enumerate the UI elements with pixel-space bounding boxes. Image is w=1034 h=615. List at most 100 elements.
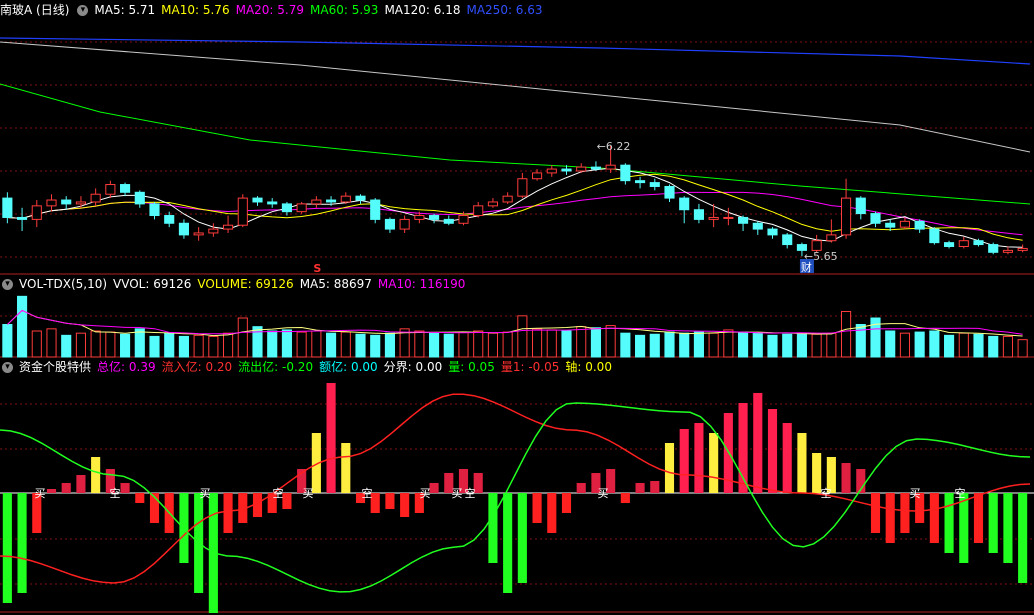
volume-bar bbox=[473, 330, 484, 358]
volume-bar bbox=[635, 334, 646, 358]
fund-bar bbox=[650, 481, 660, 493]
volume-bar bbox=[61, 334, 72, 358]
candle-body bbox=[929, 228, 940, 244]
candle-body bbox=[546, 168, 557, 174]
candle-body bbox=[443, 218, 454, 224]
ma60-line bbox=[0, 83, 1031, 205]
signal-label: 空 bbox=[465, 486, 476, 500]
fund-bar bbox=[797, 433, 807, 493]
signal-label: 买 bbox=[420, 487, 431, 500]
volume-bar bbox=[31, 330, 42, 358]
fund-bar bbox=[782, 423, 792, 493]
volume-bar bbox=[134, 328, 145, 358]
candle-body bbox=[693, 209, 704, 220]
main-panel-header: 南玻A (日线) ▾ MA5: 5.71 MA10: 5.76 MA20: 5.79 MA… bbox=[0, 1, 555, 19]
fund-bar bbox=[76, 475, 86, 493]
fund-bar bbox=[2, 493, 12, 603]
candle-body bbox=[826, 234, 837, 242]
fund-bar bbox=[282, 493, 292, 509]
fund-bar bbox=[91, 457, 101, 493]
volume-bar bbox=[767, 334, 778, 358]
fund-bar bbox=[679, 429, 689, 493]
volume-bar bbox=[944, 334, 955, 358]
candle-body bbox=[679, 197, 690, 211]
volume-bar bbox=[281, 329, 292, 358]
candle-body bbox=[870, 213, 881, 224]
candle-body bbox=[635, 180, 646, 184]
candle-body bbox=[178, 222, 189, 236]
fund-bar bbox=[635, 483, 645, 493]
candle-body bbox=[473, 205, 484, 217]
volume-bar bbox=[752, 332, 763, 358]
candle-body bbox=[487, 201, 498, 207]
fund-indicator-4: 分界: 0.00 bbox=[383, 360, 443, 374]
candle-body bbox=[517, 178, 528, 197]
main-panel-title: 南玻A (日线) bbox=[0, 3, 70, 17]
candle-body bbox=[1017, 247, 1028, 251]
cai-marker: 财 bbox=[801, 260, 812, 274]
volume-bar bbox=[487, 332, 498, 358]
volume-bar bbox=[546, 329, 557, 358]
dropdown-icon[interactable]: ▾ bbox=[2, 362, 13, 373]
high-price-label: ←6.22 bbox=[597, 140, 631, 153]
volume-bar bbox=[532, 328, 543, 358]
volume-bar bbox=[90, 330, 101, 358]
fund-bar bbox=[959, 493, 969, 563]
candle-body bbox=[120, 184, 131, 193]
candle-body bbox=[767, 228, 778, 236]
fund-bar bbox=[929, 493, 939, 543]
inflow-line bbox=[0, 393, 1031, 584]
volume-bar bbox=[914, 331, 925, 358]
main-indicator-0: MA5: 5.71 bbox=[94, 3, 156, 17]
fund-bar bbox=[973, 493, 984, 543]
fund-bar bbox=[46, 489, 57, 493]
volume-bar bbox=[605, 325, 616, 358]
candle-body bbox=[296, 203, 307, 213]
fund-bar bbox=[561, 493, 572, 513]
fund-bar bbox=[341, 443, 351, 493]
main-indicator-list: MA5: 5.71 MA10: 5.76 MA20: 5.79 MA60: 5.93 M… bbox=[94, 3, 548, 17]
fund-indicator-1: 流入亿: 0.20 bbox=[161, 360, 233, 374]
volume-bar bbox=[149, 335, 160, 358]
fund-bar bbox=[753, 393, 763, 493]
ma120-line bbox=[0, 41, 1031, 153]
volume-bar bbox=[664, 331, 675, 358]
fund-bar bbox=[576, 483, 586, 493]
fund-panel-header: ▾ 资金个股特供 总亿: 0.39 流入亿: 0.20 流出亿: -0.20 额亿: 0.… bbox=[0, 358, 624, 376]
fund-indicator-list: 总亿: 0.39 流入亿: 0.20 流出亿: -0.20 额亿: 0.00 分界: 0… bbox=[97, 360, 618, 374]
volume-bar bbox=[384, 332, 395, 358]
fund-bar bbox=[488, 493, 498, 563]
candle-body bbox=[2, 197, 13, 218]
candle-body bbox=[561, 168, 572, 172]
candle-body bbox=[1002, 249, 1013, 253]
vol-panel-header: ▾ VOL-TDX(5,10) VVOL: 69126 VOLUME: 69126 MA… bbox=[0, 275, 477, 293]
dropdown-icon[interactable]: ▾ bbox=[77, 5, 89, 16]
dropdown-icon[interactable]: ▾ bbox=[2, 279, 13, 290]
fund-indicator-6: 量1: -0.05 bbox=[500, 360, 560, 374]
candle-body bbox=[61, 199, 72, 205]
fund-bar bbox=[17, 493, 27, 593]
candle-body bbox=[738, 216, 749, 224]
volume-bar bbox=[738, 331, 749, 358]
volume-bar bbox=[208, 335, 219, 358]
fund-indicator-2: 流出亿: -0.20 bbox=[238, 360, 314, 374]
candle-body bbox=[384, 218, 395, 230]
candle-body bbox=[782, 234, 793, 246]
fund-bar bbox=[326, 383, 336, 493]
volume-bar bbox=[590, 327, 601, 358]
main-indicator-2: MA20: 5.79 bbox=[235, 3, 305, 17]
candle-body bbox=[988, 244, 999, 253]
volume-bar bbox=[679, 332, 690, 358]
volume-bar bbox=[340, 331, 351, 358]
vol-indicator-2: MA5: 88697 bbox=[299, 277, 372, 291]
candle-body bbox=[75, 201, 86, 205]
candle-body bbox=[164, 215, 175, 224]
candle-body bbox=[340, 195, 351, 203]
volume-bar bbox=[17, 295, 28, 358]
fund-bar bbox=[988, 493, 998, 553]
volume-bar bbox=[178, 335, 189, 358]
volume-bar bbox=[223, 332, 234, 358]
candle-body bbox=[223, 224, 234, 230]
volume-bar bbox=[311, 330, 322, 358]
volume-bar bbox=[105, 331, 116, 358]
